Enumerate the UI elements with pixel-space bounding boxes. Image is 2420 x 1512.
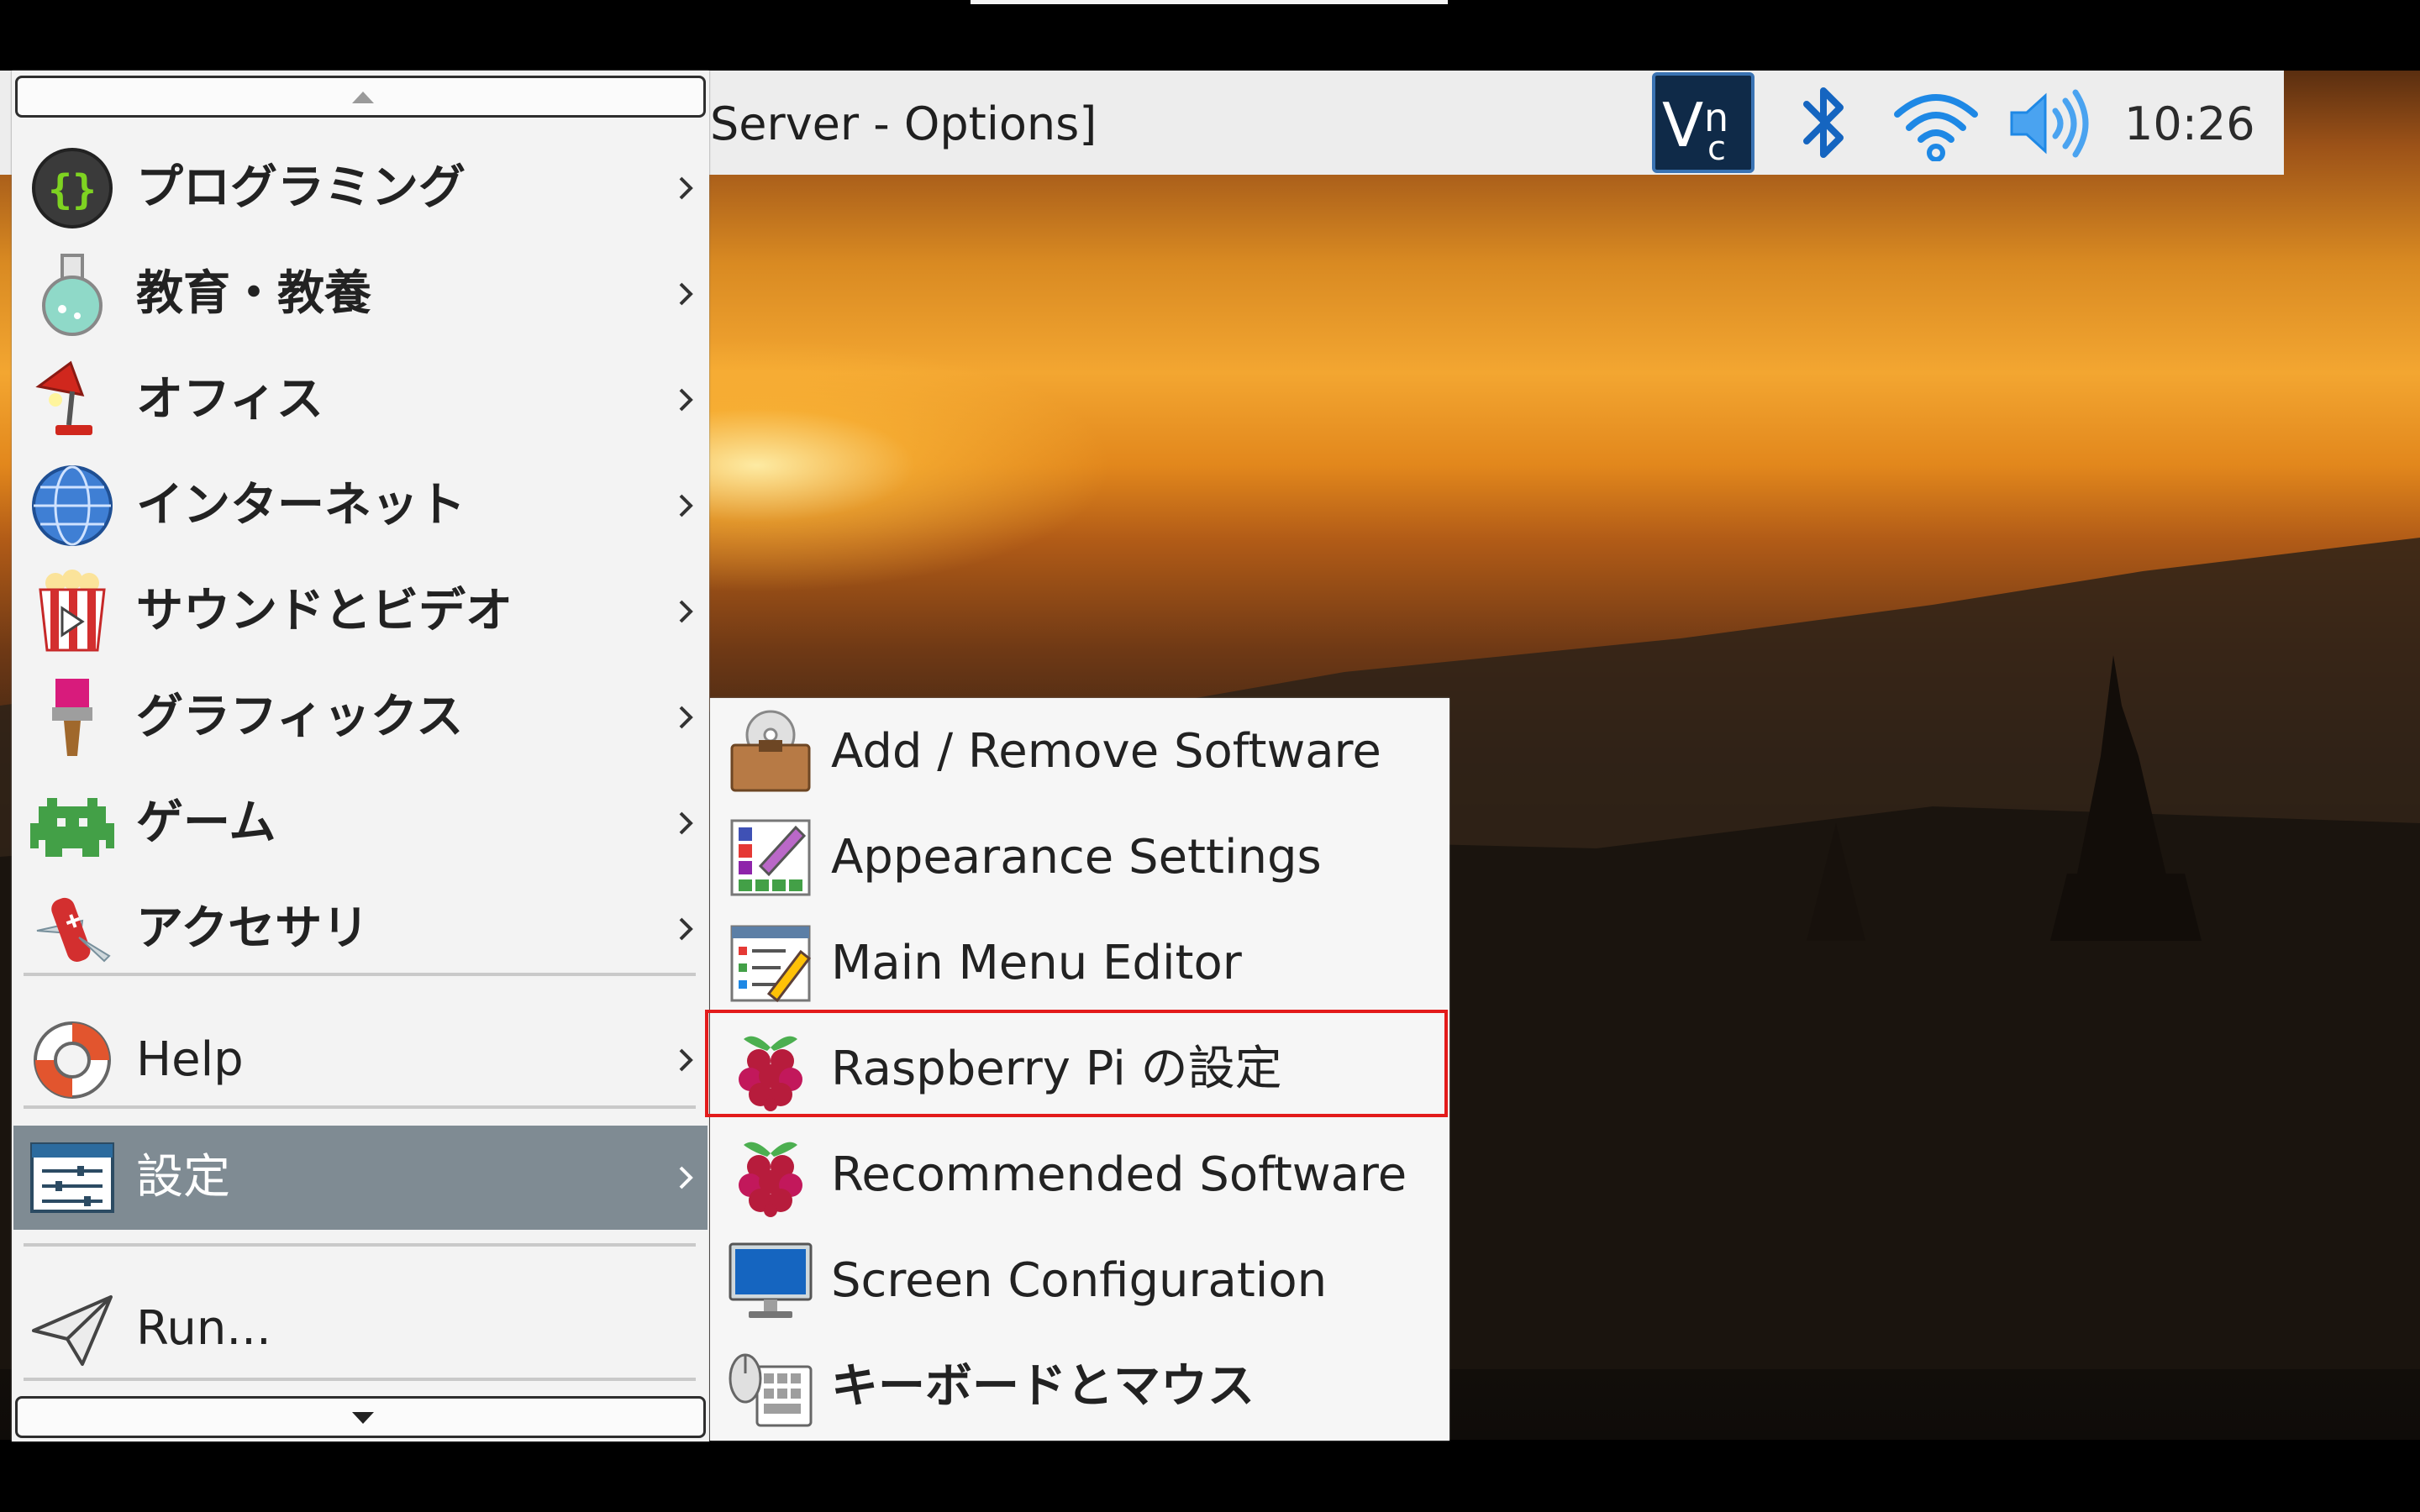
chevron-right-icon [679, 176, 693, 200]
menu-item-office[interactable]: オフィス [13, 348, 708, 452]
menu-item-label: サウンドとビデオ [136, 584, 513, 638]
menu-editor-icon [730, 925, 812, 1003]
submenu-item-label: Add / Remove Software [831, 724, 1381, 779]
scroll-down-arrow-icon [352, 1412, 374, 1424]
submenu-item-label: Screen Configuration [831, 1253, 1328, 1308]
submenu-item-label: キーボードとマウス [831, 1359, 1255, 1414]
keyboard-mouse-icon [729, 1353, 813, 1427]
chevron-right-icon [679, 706, 693, 729]
chevron-right-icon [679, 494, 693, 517]
chevron-right-icon [679, 388, 693, 412]
paper-plane-icon [32, 1295, 113, 1366]
menu-item-run[interactable]: Run... [13, 1277, 708, 1381]
menu-item-settings[interactable]: 設定 [13, 1126, 708, 1230]
chevron-right-icon [679, 1048, 693, 1072]
vnc-icon[interactable]: V n c [1652, 72, 1754, 173]
menu-item-help[interactable]: Help [13, 1008, 708, 1112]
submenu-item-label: Main Menu Editor [831, 936, 1242, 990]
raspberry-icon [739, 1142, 802, 1217]
chevron-right-icon [679, 811, 693, 835]
menu-item-label: オフィス [136, 372, 324, 427]
menu-item-label: ゲーム [136, 795, 276, 850]
lifebuoy-icon [34, 1021, 111, 1099]
menu-item-label: グラフィックス [136, 690, 464, 744]
menu-separator [24, 973, 696, 976]
svg-text:{}: {} [48, 166, 97, 213]
submenu-item-recommended-software[interactable]: Recommended Software [710, 1123, 1449, 1227]
menu-item-games[interactable]: ゲーム [13, 771, 708, 875]
bluetooth-icon[interactable] [1798, 82, 1852, 163]
menu-separator [24, 1105, 696, 1109]
menu-item-label: プログラミング [136, 160, 466, 215]
menu-separator [24, 1243, 696, 1247]
chevron-right-icon [679, 917, 693, 941]
volume-icon[interactable] [2007, 87, 2091, 160]
chevron-right-icon [679, 1166, 693, 1189]
menu-scroll-up-button[interactable] [15, 76, 706, 118]
submenu-item-label: Appearance Settings [831, 830, 1322, 885]
wifi-icon[interactable] [1892, 84, 1980, 161]
education-flask-icon [42, 254, 103, 336]
appearance-palette-icon [730, 819, 811, 896]
menu-item-programming[interactable]: {} プログラミング [13, 136, 708, 240]
menu-item-internet[interactable]: インターネット [13, 454, 708, 558]
menu-item-label: Run... [136, 1301, 271, 1356]
menu-item-label: 設定 [136, 1150, 230, 1205]
popcorn-video-icon [39, 570, 106, 652]
menu-item-accessories[interactable]: アクセサリ [13, 877, 708, 981]
space-invader-icon [30, 798, 114, 857]
svg-text:V: V [1662, 90, 1703, 160]
menu-item-label: 教育・教養 [136, 266, 371, 321]
submenu-item-keyboard-mouse[interactable]: キーボードとマウス [710, 1335, 1449, 1439]
software-box-icon [730, 710, 811, 792]
main-menu: {} プログラミング 教育・教養 オフィス インターネット サウンドとビデオ グ… [12, 71, 709, 1441]
menu-item-label: アクセサリ [136, 901, 370, 956]
submenu-item-screen-configuration[interactable]: Screen Configuration [710, 1229, 1449, 1333]
menu-separator [24, 1378, 696, 1381]
highlight-annotation-box [705, 1010, 1448, 1117]
office-lamp-icon [35, 360, 92, 435]
svg-text:c: c [1707, 129, 1726, 168]
paintbrush-icon [52, 679, 92, 756]
submenu-item-appearance-settings[interactable]: Appearance Settings [710, 806, 1449, 910]
programming-icon: {} [32, 148, 113, 228]
submenu-item-label: Recommended Software [831, 1147, 1407, 1202]
submenu-item-main-menu-editor[interactable]: Main Menu Editor [710, 911, 1449, 1016]
chevron-right-icon [679, 600, 693, 623]
chevron-right-icon [679, 282, 693, 306]
menu-scroll-down-button[interactable] [15, 1396, 706, 1438]
taskbar-window-button[interactable]: Server - Options] [710, 95, 1097, 154]
settings-sliders-icon [30, 1142, 114, 1213]
menu-item-label: インターネット [136, 478, 466, 533]
menu-item-label: Help [136, 1032, 244, 1087]
menu-item-graphics[interactable]: グラフィックス [13, 665, 708, 769]
scroll-up-arrow-icon [352, 92, 374, 103]
monitor-icon [729, 1242, 813, 1318]
globe-icon [32, 465, 113, 546]
clock[interactable]: 10:26 [2124, 95, 2255, 154]
menu-item-sound-video[interactable]: サウンドとビデオ [13, 559, 708, 664]
submenu-item-add-remove-software[interactable]: Add / Remove Software [710, 700, 1449, 804]
pocket-knife-icon [36, 897, 111, 963]
settings-submenu: Add / Remove Software Appearance Setting… [705, 698, 1449, 1441]
menu-item-education[interactable]: 教育・教養 [13, 242, 708, 346]
